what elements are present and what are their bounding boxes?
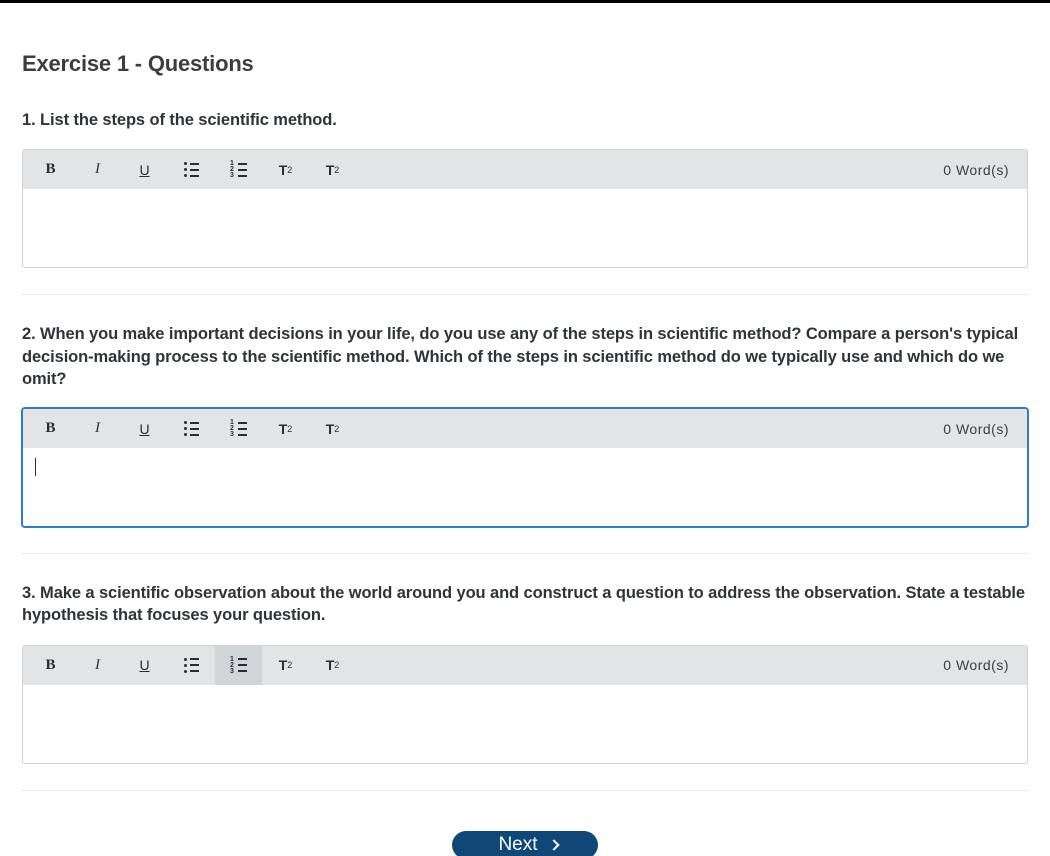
bullet-list-button[interactable]: [168, 150, 215, 189]
exercise-title: Exercise 1 - Questions: [22, 51, 1028, 77]
question-block: 1. List the steps of the scientific meth…: [22, 109, 1028, 295]
question-prompt: 1. List the steps of the scientific meth…: [22, 109, 1028, 131]
underline-button[interactable]: U: [121, 409, 168, 448]
question-prompt: 2. When you make important decisions in …: [22, 323, 1028, 390]
bold-button[interactable]: B: [27, 150, 74, 189]
subscript-button[interactable]: T2: [309, 150, 356, 189]
italic-button[interactable]: I: [74, 150, 121, 189]
italic-button[interactable]: I: [74, 409, 121, 448]
editor-toolbar: B I U 1 2 3: [23, 150, 1027, 189]
rich-text-editor: B I U 1 2 3: [22, 645, 1028, 764]
ordered-list-icon: 1 2 3: [230, 162, 247, 177]
word-count: 0 Word(s): [943, 162, 1023, 178]
page-content: Exercise 1 - Questions 1. List the steps…: [0, 3, 1050, 856]
ordered-list-button[interactable]: 1 2 3: [215, 150, 262, 189]
editor-textarea[interactable]: [23, 685, 1027, 763]
word-count: 0 Word(s): [943, 657, 1023, 673]
question-prompt: 3. Make a scientific observation about t…: [22, 582, 1028, 627]
chevron-right-icon: [548, 839, 559, 850]
word-count: 0 Word(s): [943, 421, 1023, 437]
underline-button[interactable]: U: [121, 646, 168, 685]
superscript-button[interactable]: T2: [262, 646, 309, 685]
editor-textarea[interactable]: [23, 189, 1027, 267]
bullet-list-button[interactable]: [168, 646, 215, 685]
bullet-list-icon: [184, 421, 199, 436]
rich-text-editor: B I U 1 2 3: [22, 408, 1028, 527]
italic-button[interactable]: I: [74, 646, 121, 685]
bold-button[interactable]: B: [27, 646, 74, 685]
editor-toolbar: B I U 1 2 3: [23, 409, 1027, 448]
superscript-button[interactable]: T2: [262, 409, 309, 448]
question-block: 2. When you make important decisions in …: [22, 323, 1028, 554]
bold-button[interactable]: B: [27, 409, 74, 448]
underline-button[interactable]: U: [121, 150, 168, 189]
question-block: 3. Make a scientific observation about t…: [22, 582, 1028, 791]
bullet-list-icon: [184, 162, 199, 177]
subscript-button[interactable]: T2: [309, 409, 356, 448]
subscript-button[interactable]: T2: [309, 646, 356, 685]
bullet-list-button[interactable]: [168, 409, 215, 448]
ordered-list-icon: 1 2 3: [230, 421, 247, 436]
editor-textarea[interactable]: [23, 448, 1027, 526]
rich-text-editor: B I U 1 2 3: [22, 149, 1028, 268]
ordered-list-button[interactable]: 1 2 3: [215, 409, 262, 448]
superscript-button[interactable]: T2: [262, 150, 309, 189]
next-button[interactable]: Next: [452, 831, 597, 856]
bullet-list-icon: [184, 658, 199, 673]
next-button-row: Next: [22, 831, 1028, 856]
ordered-list-button[interactable]: 1 2 3: [215, 646, 262, 685]
next-button-label: Next: [498, 834, 537, 856]
ordered-list-icon: 1 2 3: [230, 658, 247, 673]
editor-toolbar: B I U 1 2 3: [23, 646, 1027, 685]
